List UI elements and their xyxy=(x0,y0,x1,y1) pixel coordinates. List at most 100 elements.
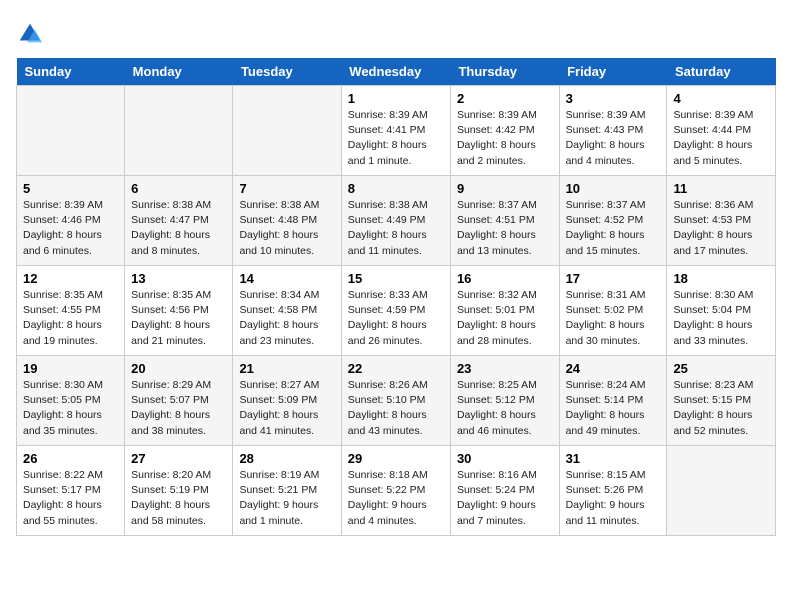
day-info: Sunrise: 8:31 AM Sunset: 5:02 PM Dayligh… xyxy=(566,288,661,349)
day-info: Sunrise: 8:37 AM Sunset: 4:52 PM Dayligh… xyxy=(566,198,661,259)
day-info: Sunrise: 8:32 AM Sunset: 5:01 PM Dayligh… xyxy=(457,288,553,349)
weekday-header: Sunday xyxy=(17,58,125,86)
day-info: Sunrise: 8:18 AM Sunset: 5:22 PM Dayligh… xyxy=(348,468,444,529)
day-number: 9 xyxy=(457,181,553,196)
calendar-cell: 17 Sunrise: 8:31 AM Sunset: 5:02 PM Dayli… xyxy=(559,266,667,356)
calendar-cell: 21 Sunrise: 8:27 AM Sunset: 5:09 PM Dayli… xyxy=(233,356,341,446)
day-info: Sunrise: 8:36 AM Sunset: 4:53 PM Dayligh… xyxy=(673,198,769,259)
day-number: 30 xyxy=(457,451,553,466)
logo xyxy=(16,16,46,48)
day-info: Sunrise: 8:29 AM Sunset: 5:07 PM Dayligh… xyxy=(131,378,226,439)
calendar-cell: 9 Sunrise: 8:37 AM Sunset: 4:51 PM Daylig… xyxy=(450,176,559,266)
day-info: Sunrise: 8:35 AM Sunset: 4:56 PM Dayligh… xyxy=(131,288,226,349)
day-number: 23 xyxy=(457,361,553,376)
day-info: Sunrise: 8:38 AM Sunset: 4:48 PM Dayligh… xyxy=(239,198,334,259)
weekday-header: Friday xyxy=(559,58,667,86)
calendar-cell xyxy=(17,86,125,176)
calendar-cell: 12Sunrise: 8:35 AM Sunset: 4:55 PM Dayli… xyxy=(17,266,125,356)
calendar-cell: 4 Sunrise: 8:39 AM Sunset: 4:44 PM Daylig… xyxy=(667,86,776,176)
day-number: 11 xyxy=(673,181,769,196)
day-info: Sunrise: 8:38 AM Sunset: 4:47 PM Dayligh… xyxy=(131,198,226,259)
calendar-cell: 3Sunrise: 8:39 AM Sunset: 4:43 PM Daylig… xyxy=(559,86,667,176)
day-number: 20 xyxy=(131,361,226,376)
calendar-week-row: 26 Sunrise: 8:22 AM Sunset: 5:17 PM Dayli… xyxy=(17,446,776,536)
day-info: Sunrise: 8:30 AM Sunset: 5:05 PM Dayligh… xyxy=(23,378,118,439)
calendar-cell: 13 Sunrise: 8:35 AM Sunset: 4:56 PM Dayli… xyxy=(125,266,233,356)
calendar-cell: 26 Sunrise: 8:22 AM Sunset: 5:17 PM Dayli… xyxy=(17,446,125,536)
day-info: Sunrise: 8:33 AM Sunset: 4:59 PM Dayligh… xyxy=(348,288,444,349)
calendar-cell: 5 Sunrise: 8:39 AM Sunset: 4:46 PM Daylig… xyxy=(17,176,125,266)
day-info: Sunrise: 8:39 AM Sunset: 4:43 PM Dayligh… xyxy=(566,108,661,169)
logo-icon xyxy=(16,20,44,48)
day-number: 8 xyxy=(348,181,444,196)
day-number: 25 xyxy=(673,361,769,376)
day-number: 28 xyxy=(239,451,334,466)
day-info: Sunrise: 8:23 AM Sunset: 5:15 PM Dayligh… xyxy=(673,378,769,439)
calendar-cell: 8Sunrise: 8:38 AM Sunset: 4:49 PM Daylig… xyxy=(341,176,450,266)
calendar-cell: 6 Sunrise: 8:38 AM Sunset: 4:47 PM Daylig… xyxy=(125,176,233,266)
calendar-cell: 2Sunrise: 8:39 AM Sunset: 4:42 PM Daylig… xyxy=(450,86,559,176)
day-number: 14 xyxy=(239,271,334,286)
calendar-week-row: 5 Sunrise: 8:39 AM Sunset: 4:46 PM Daylig… xyxy=(17,176,776,266)
day-info: Sunrise: 8:27 AM Sunset: 5:09 PM Dayligh… xyxy=(239,378,334,439)
day-number: 10 xyxy=(566,181,661,196)
calendar-cell: 24 Sunrise: 8:24 AM Sunset: 5:14 PM Dayli… xyxy=(559,356,667,446)
calendar-cell: 30 Sunrise: 8:16 AM Sunset: 5:24 PM Dayli… xyxy=(450,446,559,536)
day-number: 29 xyxy=(348,451,444,466)
day-number: 6 xyxy=(131,181,226,196)
calendar-cell xyxy=(233,86,341,176)
day-number: 4 xyxy=(673,91,769,106)
calendar-cell: 27Sunrise: 8:20 AM Sunset: 5:19 PM Dayli… xyxy=(125,446,233,536)
day-number: 26 xyxy=(23,451,118,466)
calendar-week-row: 19Sunrise: 8:30 AM Sunset: 5:05 PM Dayli… xyxy=(17,356,776,446)
calendar-body: 1Sunrise: 8:39 AM Sunset: 4:41 PM Daylig… xyxy=(17,86,776,536)
day-number: 27 xyxy=(131,451,226,466)
calendar-cell: 23 Sunrise: 8:25 AM Sunset: 5:12 PM Dayli… xyxy=(450,356,559,446)
day-info: Sunrise: 8:39 AM Sunset: 4:42 PM Dayligh… xyxy=(457,108,553,169)
day-info: Sunrise: 8:37 AM Sunset: 4:51 PM Dayligh… xyxy=(457,198,553,259)
calendar-cell: 1Sunrise: 8:39 AM Sunset: 4:41 PM Daylig… xyxy=(341,86,450,176)
day-info: Sunrise: 8:19 AM Sunset: 5:21 PM Dayligh… xyxy=(239,468,334,529)
weekday-header: Wednesday xyxy=(341,58,450,86)
day-info: Sunrise: 8:22 AM Sunset: 5:17 PM Dayligh… xyxy=(23,468,118,529)
day-number: 17 xyxy=(566,271,661,286)
page-header xyxy=(16,16,776,48)
day-number: 22 xyxy=(348,361,444,376)
day-number: 21 xyxy=(239,361,334,376)
weekday-row: SundayMondayTuesdayWednesdayThursdayFrid… xyxy=(17,58,776,86)
calendar-cell: 7 Sunrise: 8:38 AM Sunset: 4:48 PM Daylig… xyxy=(233,176,341,266)
calendar-cell: 15 Sunrise: 8:33 AM Sunset: 4:59 PM Dayli… xyxy=(341,266,450,356)
day-info: Sunrise: 8:34 AM Sunset: 4:58 PM Dayligh… xyxy=(239,288,334,349)
calendar-cell: 25 Sunrise: 8:23 AM Sunset: 5:15 PM Dayli… xyxy=(667,356,776,446)
day-number: 5 xyxy=(23,181,118,196)
day-info: Sunrise: 8:30 AM Sunset: 5:04 PM Dayligh… xyxy=(673,288,769,349)
calendar-cell: 14 Sunrise: 8:34 AM Sunset: 4:58 PM Dayli… xyxy=(233,266,341,356)
calendar-header: SundayMondayTuesdayWednesdayThursdayFrid… xyxy=(17,58,776,86)
day-number: 16 xyxy=(457,271,553,286)
day-info: Sunrise: 8:16 AM Sunset: 5:24 PM Dayligh… xyxy=(457,468,553,529)
weekday-header: Monday xyxy=(125,58,233,86)
calendar-cell: 20 Sunrise: 8:29 AM Sunset: 5:07 PM Dayli… xyxy=(125,356,233,446)
day-number: 13 xyxy=(131,271,226,286)
day-info: Sunrise: 8:24 AM Sunset: 5:14 PM Dayligh… xyxy=(566,378,661,439)
day-info: Sunrise: 8:15 AM Sunset: 5:26 PM Dayligh… xyxy=(566,468,661,529)
weekday-header: Saturday xyxy=(667,58,776,86)
day-info: Sunrise: 8:39 AM Sunset: 4:44 PM Dayligh… xyxy=(673,108,769,169)
day-number: 31 xyxy=(566,451,661,466)
calendar-cell: 16 Sunrise: 8:32 AM Sunset: 5:01 PM Dayli… xyxy=(450,266,559,356)
calendar-week-row: 1Sunrise: 8:39 AM Sunset: 4:41 PM Daylig… xyxy=(17,86,776,176)
day-info: Sunrise: 8:39 AM Sunset: 4:46 PM Dayligh… xyxy=(23,198,118,259)
calendar-cell: 18Sunrise: 8:30 AM Sunset: 5:04 PM Dayli… xyxy=(667,266,776,356)
calendar-cell: 10 Sunrise: 8:37 AM Sunset: 4:52 PM Dayli… xyxy=(559,176,667,266)
day-info: Sunrise: 8:25 AM Sunset: 5:12 PM Dayligh… xyxy=(457,378,553,439)
calendar-cell: 22 Sunrise: 8:26 AM Sunset: 5:10 PM Dayli… xyxy=(341,356,450,446)
day-info: Sunrise: 8:35 AM Sunset: 4:55 PM Dayligh… xyxy=(23,288,118,349)
calendar-cell: 28 Sunrise: 8:19 AM Sunset: 5:21 PM Dayli… xyxy=(233,446,341,536)
day-info: Sunrise: 8:26 AM Sunset: 5:10 PM Dayligh… xyxy=(348,378,444,439)
day-info: Sunrise: 8:39 AM Sunset: 4:41 PM Dayligh… xyxy=(348,108,444,169)
day-number: 24 xyxy=(566,361,661,376)
day-number: 7 xyxy=(239,181,334,196)
calendar-week-row: 12Sunrise: 8:35 AM Sunset: 4:55 PM Dayli… xyxy=(17,266,776,356)
day-number: 15 xyxy=(348,271,444,286)
calendar-cell: 11 Sunrise: 8:36 AM Sunset: 4:53 PM Dayli… xyxy=(667,176,776,266)
